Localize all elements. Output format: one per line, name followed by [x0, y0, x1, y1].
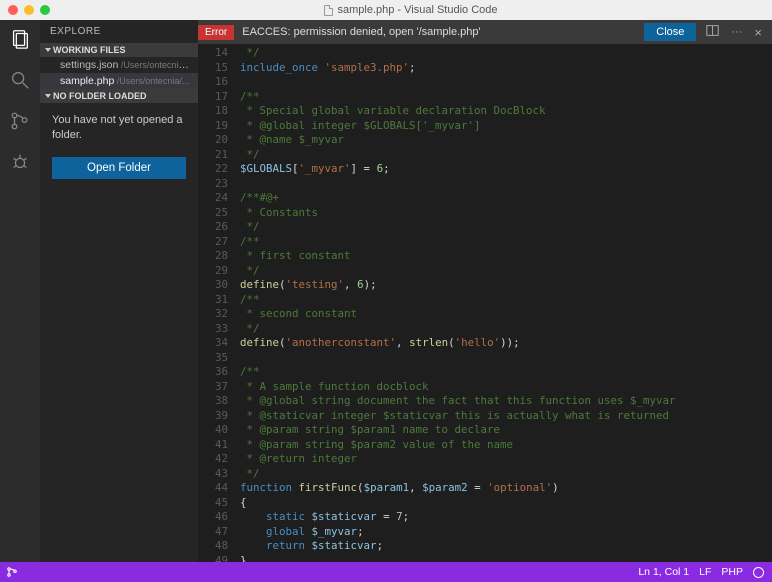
editor-area: Error EACCES: permission denied, open '/… — [198, 20, 772, 562]
notification-close-button[interactable]: Close — [644, 23, 696, 41]
close-icon[interactable]: × — [754, 25, 762, 40]
split-editor-icon[interactable] — [706, 24, 719, 40]
status-language[interactable]: PHP — [721, 566, 743, 578]
activity-bar — [0, 20, 40, 562]
code-editor[interactable]: 1415161718192021222324252627282930313233… — [198, 44, 772, 562]
traffic-max[interactable] — [40, 5, 50, 15]
window-title: sample.php - Visual Studio Code — [337, 4, 497, 16]
activity-explorer[interactable] — [9, 28, 31, 55]
section-no-folder[interactable]: NO FOLDER LOADED — [40, 89, 198, 103]
status-ln-col[interactable]: Ln 1, Col 1 — [638, 566, 689, 578]
notification-tag: Error — [198, 25, 234, 40]
document-icon — [324, 5, 333, 16]
code-content[interactable]: */include_once 'sample3.php'; /** * Spec… — [240, 44, 772, 562]
working-file-item[interactable]: settings.json /Users/ontecnia/... — [40, 57, 198, 73]
activity-debug[interactable] — [9, 151, 31, 178]
notification-bar: Error EACCES: permission denied, open '/… — [198, 20, 772, 44]
no-folder-message: You have not yet opened a folder. — [40, 103, 198, 153]
activity-source-control[interactable] — [9, 110, 31, 137]
working-file-item[interactable]: sample.php /Users/ontecnia/... — [40, 73, 198, 89]
sidebar-header: EXPLORE — [40, 20, 198, 43]
section-working-files[interactable]: WORKING FILES — [40, 43, 198, 57]
sidebar: EXPLORE WORKING FILES settings.json /Use… — [40, 20, 198, 562]
notification-message: EACCES: permission denied, open '/sample… — [234, 26, 480, 38]
chevron-down-icon — [45, 94, 51, 98]
traffic-close[interactable] — [8, 5, 18, 15]
activity-search[interactable] — [9, 69, 31, 96]
status-bar: Ln 1, Col 1 LF PHP — [0, 562, 772, 582]
line-gutter: 1415161718192021222324252627282930313233… — [198, 44, 240, 562]
titlebar: sample.php - Visual Studio Code — [0, 0, 772, 20]
status-eol[interactable]: LF — [699, 566, 711, 578]
traffic-min[interactable] — [24, 5, 34, 15]
working-files-list: settings.json /Users/ontecnia/...sample.… — [40, 57, 198, 89]
feedback-icon[interactable] — [753, 567, 764, 578]
chevron-down-icon — [45, 48, 51, 52]
git-branch-icon[interactable] — [0, 566, 24, 578]
open-folder-button[interactable]: Open Folder — [52, 157, 186, 179]
more-icon[interactable]: ··· — [731, 26, 742, 38]
